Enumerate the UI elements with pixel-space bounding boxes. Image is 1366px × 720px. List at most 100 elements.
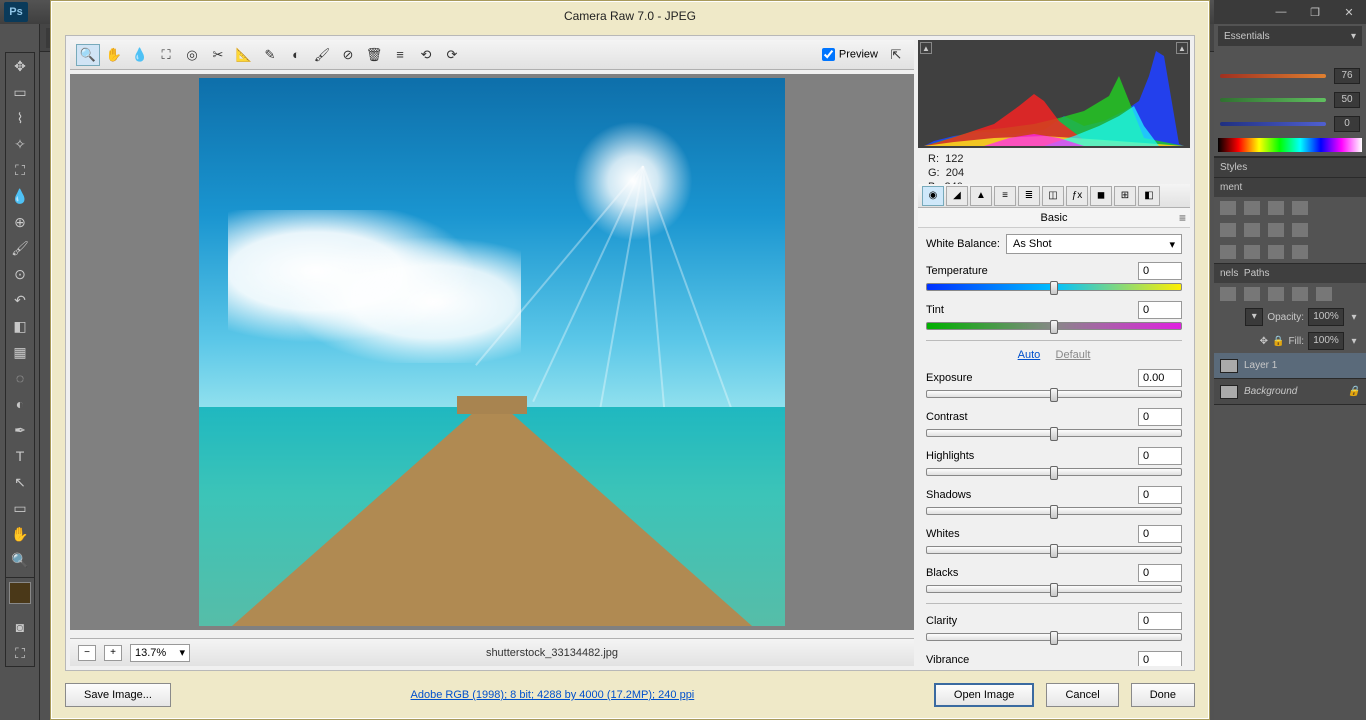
tool-marquee[interactable]: ▭ [6, 79, 34, 105]
panel-tab-4[interactable]: ≣ [1018, 186, 1040, 206]
tool-stamp[interactable]: ⊙ [6, 261, 34, 287]
cr-tool-12[interactable]: ≡ [388, 44, 412, 66]
slider-track-contrast[interactable] [926, 429, 1182, 437]
cr-tool-8[interactable]: ◐ [284, 44, 308, 66]
tool-quickmask[interactable]: ◙ [6, 614, 34, 640]
tool-lasso[interactable]: ⌇ [6, 105, 34, 131]
adj-icon[interactable] [1292, 223, 1308, 237]
tool-blur[interactable]: ◌ [6, 365, 34, 391]
zoom-level-select[interactable]: 13.7%▾ [130, 644, 190, 662]
adj-icon[interactable] [1244, 245, 1260, 259]
slider-value-vibrance[interactable] [1138, 651, 1182, 666]
panel-tab-7[interactable]: ◼ [1090, 186, 1112, 206]
tool-brush[interactable]: 🖌 [6, 235, 34, 261]
highlight-clip-icon[interactable]: ▲ [1176, 42, 1188, 54]
slider-track-shadows[interactable] [926, 507, 1182, 515]
slider-track-highlights[interactable] [926, 468, 1182, 476]
default-link[interactable]: Default [1056, 349, 1091, 361]
filter-icon[interactable] [1220, 287, 1236, 301]
tool-crop[interactable]: ⛶ [6, 157, 34, 183]
adj-icon[interactable] [1244, 201, 1260, 215]
panel-tab-3[interactable]: ≡ [994, 186, 1016, 206]
slider-value-contrast[interactable] [1138, 408, 1182, 426]
window-close[interactable]: ✕ [1332, 0, 1366, 24]
cr-tool-2[interactable]: 💧 [128, 44, 152, 66]
slider-value-shadows[interactable] [1138, 486, 1182, 504]
tool-move[interactable]: ✥ [6, 53, 34, 79]
histogram[interactable]: ▲ ▲ [918, 40, 1190, 148]
cr-tool-1[interactable]: ✋ [102, 44, 126, 66]
cr-tool-4[interactable]: ◎ [180, 44, 204, 66]
layer-item-1[interactable]: Layer 1 [1214, 353, 1366, 379]
workflow-link[interactable]: Adobe RGB (1998); 8 bit; 4288 by 4000 (1… [411, 689, 695, 701]
adj-icon[interactable] [1220, 245, 1236, 259]
cancel-button[interactable]: Cancel [1046, 683, 1118, 707]
filter-icon[interactable] [1316, 287, 1332, 301]
tool-heal[interactable]: ⊕ [6, 209, 34, 235]
tool-wand[interactable]: ✧ [6, 131, 34, 157]
slider-value-exposure[interactable] [1138, 369, 1182, 387]
filter-icon[interactable] [1292, 287, 1308, 301]
slider-value-whites[interactable] [1138, 525, 1182, 543]
cr-tool-9[interactable]: 🖌 [310, 44, 334, 66]
zoom-in-button[interactable]: + [104, 645, 122, 661]
tool-pen[interactable]: ✒ [6, 417, 34, 443]
slider-value-highlights[interactable] [1138, 447, 1182, 465]
color-ramp[interactable] [1218, 138, 1362, 152]
workspace-selector[interactable]: Essentials▾ [1218, 26, 1362, 46]
tool-dodge[interactable]: ◐ [6, 391, 34, 417]
done-button[interactable]: Done [1131, 683, 1195, 707]
tool-zoom[interactable]: 🔍 [6, 547, 34, 573]
tool-path[interactable]: ↖ [6, 469, 34, 495]
slider-value-temperature[interactable] [1138, 262, 1182, 280]
blend-mode[interactable]: ▾ [1245, 308, 1263, 326]
adj-icon[interactable] [1268, 245, 1284, 259]
g-value[interactable]: 50 [1334, 92, 1360, 108]
tool-eyedropper[interactable]: 💧 [6, 183, 34, 209]
panel-tab-6[interactable]: ƒx [1066, 186, 1088, 206]
panel-tab-8[interactable]: ⊞ [1114, 186, 1136, 206]
cr-tool-5[interactable]: ✂ [206, 44, 230, 66]
window-maximize[interactable]: ❐ [1298, 0, 1332, 24]
shadow-clip-icon[interactable]: ▲ [920, 42, 932, 54]
adj-icon[interactable] [1292, 201, 1308, 215]
slider-track-clarity[interactable] [926, 633, 1182, 641]
panel-tab-1[interactable]: ◢ [946, 186, 968, 206]
cr-tool-14[interactable]: ⟳ [440, 44, 464, 66]
cr-tool-0[interactable]: 🔍 [76, 44, 100, 66]
slider-track-tint[interactable] [926, 322, 1182, 330]
adj-icon[interactable] [1268, 201, 1284, 215]
panel-menu-icon[interactable]: ≡ [1179, 211, 1186, 225]
preview-canvas[interactable] [70, 74, 914, 630]
adj-icon[interactable] [1268, 223, 1284, 237]
r-slider[interactable] [1220, 74, 1326, 78]
b-slider[interactable] [1220, 122, 1326, 126]
adj-icon[interactable] [1292, 245, 1308, 259]
open-image-button[interactable]: Open Image [934, 683, 1035, 707]
panel-tab-5[interactable]: ◫ [1042, 186, 1064, 206]
save-image-button[interactable]: Save Image... [65, 683, 171, 707]
slider-track-temperature[interactable] [926, 283, 1182, 291]
paths-tab[interactable]: Paths [1244, 268, 1270, 279]
filter-icon[interactable] [1268, 287, 1284, 301]
tool-gradient[interactable]: ▦ [6, 339, 34, 365]
lock-icon2[interactable]: 🔒 [1272, 336, 1284, 347]
panel-tab-2[interactable]: ▲ [970, 186, 992, 206]
wb-select[interactable]: As Shot▾ [1006, 234, 1182, 254]
slider-value-tint[interactable] [1138, 301, 1182, 319]
tool-shape[interactable]: ▭ [6, 495, 34, 521]
cr-tool-10[interactable]: ⊘ [336, 44, 360, 66]
opacity-dropdown[interactable]: ▾ [1348, 312, 1360, 323]
tool-hand[interactable]: ✋ [6, 521, 34, 547]
zoom-out-button[interactable]: − [78, 645, 96, 661]
layer-item-bg[interactable]: Background🔒 [1214, 379, 1366, 405]
g-slider[interactable] [1220, 98, 1326, 102]
adj-icon[interactable] [1220, 201, 1236, 215]
tool-screenmode[interactable]: ⛶ [6, 640, 34, 666]
panel-tab-0[interactable]: ◉ [922, 186, 944, 206]
b-value[interactable]: 0 [1334, 116, 1360, 132]
tool-history[interactable]: ↶ [6, 287, 34, 313]
fill-value[interactable]: 100% [1308, 332, 1344, 350]
styles-tab[interactable]: Styles [1214, 157, 1366, 177]
lock-icon[interactable]: ✥ [1260, 336, 1268, 347]
